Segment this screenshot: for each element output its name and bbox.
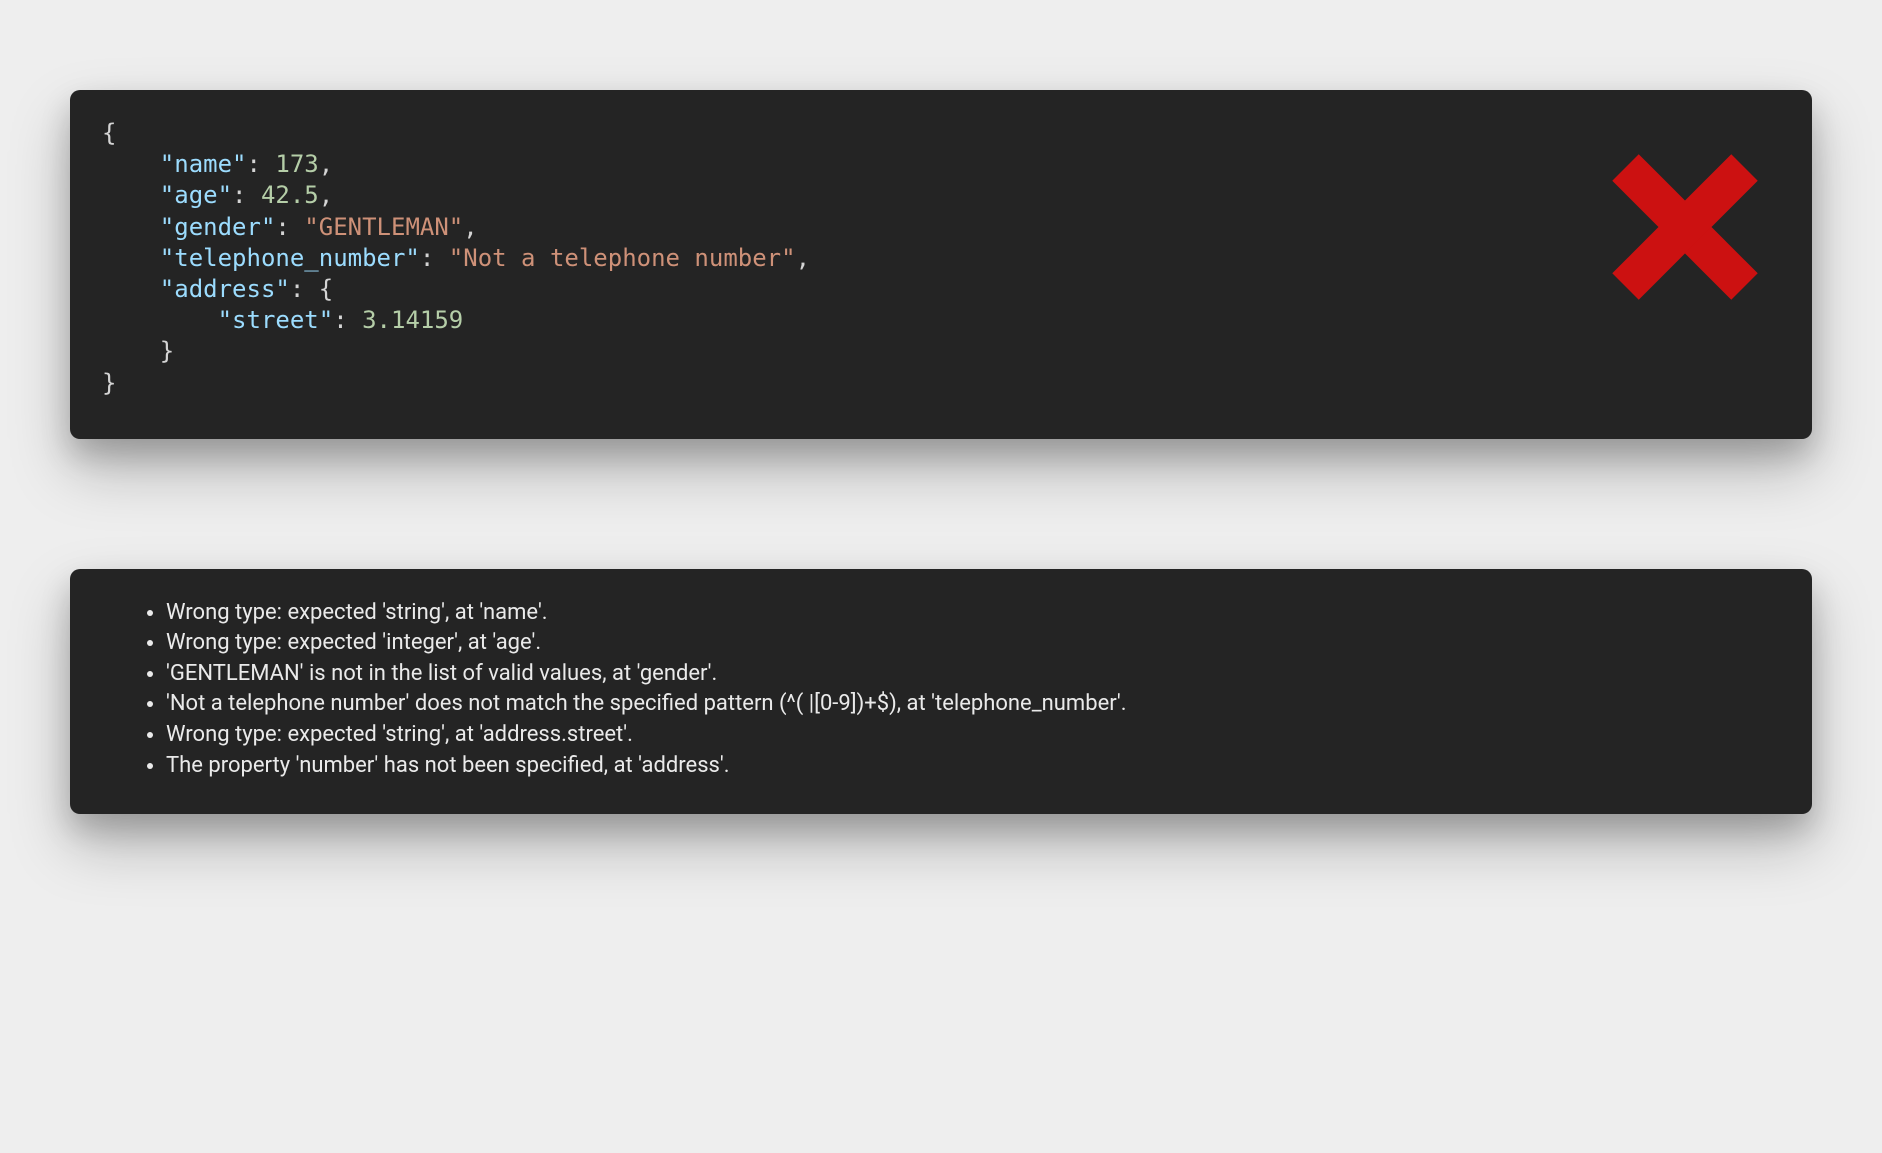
code-token: 42.5 — [261, 181, 319, 209]
code-token: : — [290, 275, 319, 303]
code-token: "name" — [160, 150, 247, 178]
code-token: : — [420, 244, 449, 272]
error-item: The property 'number' has not been speci… — [166, 752, 1780, 781]
code-block-panel: { "name": 173, "age": 42.5, "gender": "G… — [70, 90, 1812, 439]
code-token: "street" — [218, 306, 334, 334]
error-item: Wrong type: expected 'integer', at 'age'… — [166, 629, 1780, 658]
error-list-panel: Wrong type: expected 'string', at 'name'… — [70, 569, 1812, 815]
code-token: } — [160, 337, 174, 365]
code-token: "gender" — [160, 213, 276, 241]
code-token: { — [319, 275, 333, 303]
error-item: Wrong type: expected 'string', at 'addre… — [166, 721, 1780, 750]
json-code: { "name": 173, "age": 42.5, "gender": "G… — [102, 118, 1780, 399]
code-token: "GENTLEMAN" — [304, 213, 463, 241]
error-x-icon — [1600, 142, 1770, 312]
code-token: "age" — [160, 181, 232, 209]
code-token: "address" — [160, 275, 290, 303]
code-token: 173 — [275, 150, 318, 178]
error-item: 'Not a telephone number' does not match … — [166, 690, 1780, 719]
code-token: : — [275, 213, 304, 241]
code-token: 3.14159 — [362, 306, 463, 334]
error-item: Wrong type: expected 'string', at 'name'… — [166, 599, 1780, 628]
code-token: , — [319, 181, 333, 209]
code-token: "telephone_number" — [160, 244, 420, 272]
code-token: "Not a telephone number" — [449, 244, 796, 272]
error-item: 'GENTLEMAN' is not in the list of valid … — [166, 660, 1780, 689]
code-token: } — [102, 369, 116, 397]
code-token: { — [102, 119, 116, 147]
code-token: : — [247, 150, 276, 178]
code-token: , — [796, 244, 810, 272]
code-token: : — [333, 306, 362, 334]
code-token: , — [319, 150, 333, 178]
code-token: : — [232, 181, 261, 209]
code-token: , — [463, 213, 477, 241]
error-list: Wrong type: expected 'string', at 'name'… — [126, 599, 1780, 781]
